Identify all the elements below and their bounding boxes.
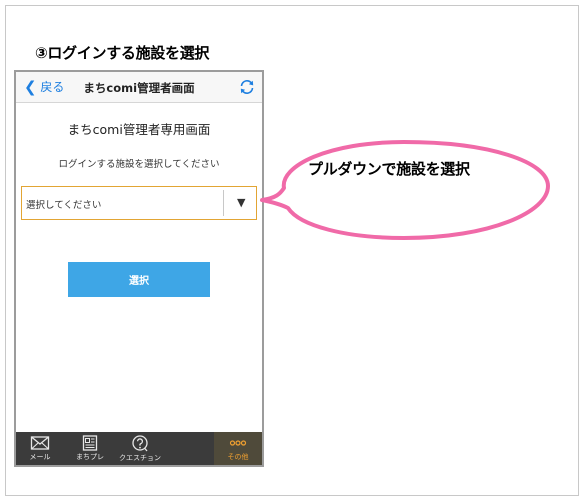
refresh-icon[interactable] bbox=[238, 78, 256, 96]
callout-text: プルダウンで施設を選択 bbox=[308, 160, 470, 178]
question-icon bbox=[132, 435, 148, 452]
select-value: 選択してください bbox=[26, 200, 102, 211]
tab-machi-pre[interactable]: まちプレ bbox=[68, 432, 112, 465]
mail-icon bbox=[30, 436, 50, 450]
select-divider bbox=[223, 190, 224, 216]
tab-label: その他 bbox=[227, 453, 249, 461]
newspaper-icon bbox=[82, 435, 98, 451]
tab-question[interactable]: クエスチョン bbox=[114, 432, 166, 465]
instruction-text: ログインする施設を選択してください bbox=[58, 159, 220, 170]
speech-bubble bbox=[260, 140, 550, 240]
more-icon bbox=[229, 440, 247, 446]
facility-select[interactable]: 選択してください ▼ bbox=[21, 186, 257, 220]
tab-label: クエスチョン bbox=[119, 454, 161, 462]
phone-screen: ❮ 戻る まちcomi管理者画面 まちcomi管理者専用画面 ログインする施設を… bbox=[14, 70, 264, 467]
tab-label: メール bbox=[29, 453, 51, 461]
tab-bar: メール まちプレ クエスチョン その他 bbox=[16, 432, 262, 465]
step-title: ③ログインする施設を選択 bbox=[35, 44, 210, 62]
dropdown-arrow-icon: ▼ bbox=[237, 196, 246, 209]
tab-mail[interactable]: メール bbox=[20, 432, 60, 465]
tab-label: まちプレ bbox=[76, 453, 104, 461]
tab-other[interactable]: その他 bbox=[214, 432, 262, 465]
screen-title: まちcomi管理者専用画面 bbox=[67, 122, 211, 137]
select-button[interactable]: 選択 bbox=[68, 262, 210, 297]
nav-title: まちcomi管理者画面 bbox=[83, 81, 195, 95]
navigation-bar: ❮ 戻る まちcomi管理者画面 bbox=[16, 72, 262, 103]
